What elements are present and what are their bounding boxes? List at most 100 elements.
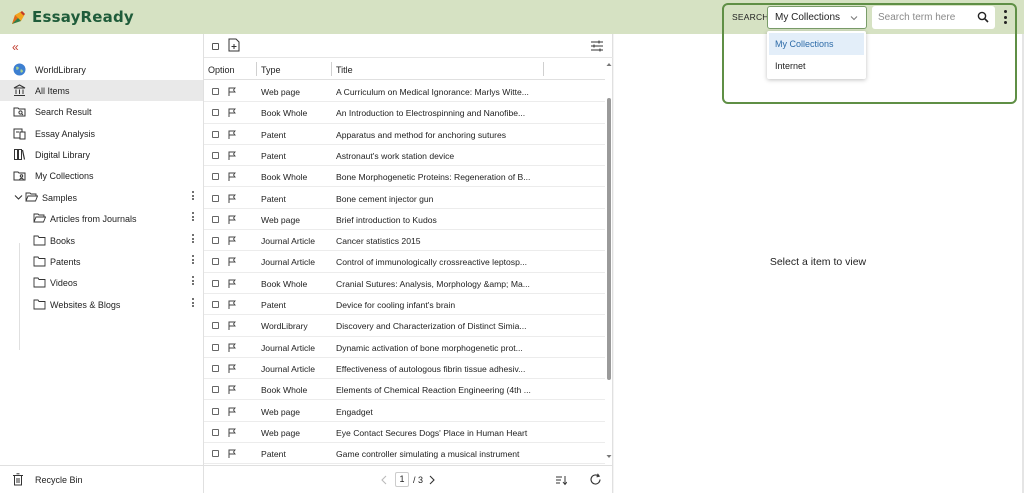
flag-icon[interactable]: [228, 279, 236, 288]
sidebar-item-digital-library[interactable]: Digital Library: [0, 144, 203, 165]
app-logo[interactable]: EssayReady: [10, 7, 134, 27]
table-row[interactable]: Patent Game controller simulating a music…: [204, 443, 605, 465]
tree-folder-samples[interactable]: Samples: [0, 187, 203, 208]
row-checkbox[interactable]: [212, 450, 219, 458]
table-row[interactable]: WordLibrary Discovery and Characterizatio…: [204, 315, 605, 337]
refresh-icon[interactable]: [589, 473, 602, 486]
dropdown-option-my-collections[interactable]: My Collections: [769, 33, 864, 55]
folder-options-icon[interactable]: [192, 276, 194, 285]
row-checkbox[interactable]: [212, 88, 219, 95]
sidebar-item-recycle-bin[interactable]: Recycle Bin: [0, 465, 203, 493]
tree-folder-patents[interactable]: Patents: [0, 251, 203, 272]
flag-icon[interactable]: [228, 428, 236, 437]
column-header-type[interactable]: Type: [261, 65, 281, 75]
table-row[interactable]: Journal Article Dynamic activation of bon…: [204, 337, 605, 358]
search-icon[interactable]: [977, 11, 989, 23]
table-row[interactable]: Patent Apparatus and method for anchoring…: [204, 124, 605, 145]
search-scope-select[interactable]: My Collections: [767, 6, 867, 29]
table-row[interactable]: Book Whole Elements of Chemical Reaction …: [204, 379, 605, 401]
row-checkbox[interactable]: [212, 130, 219, 138]
table-row[interactable]: Book Whole An Introduction to Electrospin…: [204, 102, 605, 124]
flag-icon[interactable]: [228, 87, 236, 96]
table-row[interactable]: Journal Article Control of immunologicall…: [204, 251, 605, 273]
row-checkbox[interactable]: [212, 258, 219, 266]
folder-options-icon[interactable]: [192, 191, 194, 200]
row-checkbox[interactable]: [212, 343, 219, 351]
sort-icon[interactable]: [555, 474, 567, 486]
table-row[interactable]: Web page Engadget: [204, 401, 605, 422]
sidebar-item-essay-analysis[interactable]: Essay Analysis: [0, 123, 203, 144]
row-checkbox[interactable]: [212, 301, 219, 308]
table-row[interactable]: Patent Device for cooling infant's brain: [204, 294, 605, 316]
flag-icon[interactable]: [228, 151, 236, 160]
flag-icon[interactable]: [228, 449, 236, 459]
select-all-checkbox[interactable]: [212, 43, 219, 50]
add-item-icon[interactable]: [228, 38, 240, 52]
flag-icon[interactable]: [228, 300, 236, 309]
row-checkbox[interactable]: [212, 194, 219, 202]
tree-folder-articles-from-journals[interactable]: Articles from Journals: [0, 208, 203, 229]
flag-icon[interactable]: [228, 407, 236, 416]
row-checkbox[interactable]: [212, 407, 219, 415]
table-row[interactable]: Journal Article Cancer statistics 2015: [204, 230, 605, 252]
list-scrollbar[interactable]: [605, 63, 612, 464]
row-checkbox[interactable]: [212, 428, 219, 436]
sidebar-item-my-collections[interactable]: My Collections: [0, 165, 203, 186]
flag-icon[interactable]: [228, 343, 236, 352]
scroll-down-icon[interactable]: [606, 454, 612, 459]
column-resize-handle[interactable]: [331, 62, 332, 76]
page-number-input[interactable]: 1: [395, 472, 409, 487]
flag-icon[interactable]: [228, 172, 236, 182]
table-row[interactable]: Book Whole Bone Morphogenetic Proteins: R…: [204, 166, 605, 188]
scroll-thumb[interactable]: [607, 98, 611, 380]
more-options-icon[interactable]: [1001, 9, 1009, 25]
chevron-down-icon[interactable]: [14, 194, 23, 201]
row-checkbox[interactable]: [212, 109, 219, 117]
column-resize-handle[interactable]: [256, 62, 257, 76]
folder-options-icon[interactable]: [192, 234, 194, 243]
row-checkbox[interactable]: [212, 386, 219, 394]
table-row[interactable]: Web page Eye Contact Secures Dogs' Place …: [204, 422, 605, 444]
flag-icon[interactable]: [228, 321, 236, 331]
chevron-left-icon[interactable]: [380, 475, 388, 485]
row-checkbox[interactable]: [212, 237, 219, 245]
dropdown-option-internet[interactable]: Internet: [767, 55, 866, 77]
table-row[interactable]: Patent Astronaut's work station device: [204, 145, 605, 167]
flag-icon[interactable]: [228, 364, 236, 373]
filter-settings-icon[interactable]: [590, 40, 604, 52]
flag-icon[interactable]: [228, 130, 236, 139]
row-checkbox[interactable]: [212, 322, 219, 330]
row-checkbox[interactable]: [212, 151, 219, 159]
row-checkbox[interactable]: [212, 215, 219, 223]
flag-icon[interactable]: [228, 215, 236, 224]
table-row[interactable]: Journal Article Effectiveness of autologo…: [204, 358, 605, 380]
column-header-title[interactable]: Title: [336, 65, 353, 75]
flag-icon[interactable]: [228, 236, 236, 246]
flag-icon[interactable]: [228, 385, 236, 395]
folder-options-icon[interactable]: [192, 212, 194, 221]
table-row[interactable]: Book Whole Cranial Sutures: Analysis, Mor…: [204, 273, 605, 294]
chevron-right-icon[interactable]: [428, 475, 436, 485]
folder-options-icon[interactable]: [192, 298, 194, 307]
column-resize-handle[interactable]: [543, 62, 544, 76]
flag-icon[interactable]: [228, 108, 236, 118]
tree-folder-websites-blogs[interactable]: Websites & Blogs: [0, 294, 203, 315]
sidebar-item-worldlibrary[interactable]: WorldLibrary: [0, 59, 203, 80]
collapse-sidebar-icon[interactable]: «: [12, 40, 19, 54]
tree-folder-videos[interactable]: Videos: [0, 272, 203, 293]
flag-icon[interactable]: [228, 257, 236, 267]
sidebar-item-all-items[interactable]: All Items: [0, 80, 203, 101]
table-row[interactable]: Web page Brief introduction to Kudos: [204, 209, 605, 231]
sidebar-item-search-result[interactable]: Search Result: [0, 101, 203, 122]
search-input[interactable]: [878, 12, 970, 23]
table-row[interactable]: Patent Bone cement injector gun: [204, 188, 605, 209]
column-header-option[interactable]: Option: [208, 65, 235, 75]
scroll-up-icon[interactable]: [606, 62, 612, 67]
flag-icon[interactable]: [228, 194, 236, 203]
row-checkbox[interactable]: [212, 173, 219, 181]
folder-options-icon[interactable]: [192, 255, 194, 264]
tree-folder-books[interactable]: Books: [0, 230, 203, 251]
row-checkbox[interactable]: [212, 279, 219, 287]
row-checkbox[interactable]: [212, 364, 219, 372]
table-row[interactable]: Web page A Curriculum on Medical Ignoranc…: [204, 81, 605, 103]
